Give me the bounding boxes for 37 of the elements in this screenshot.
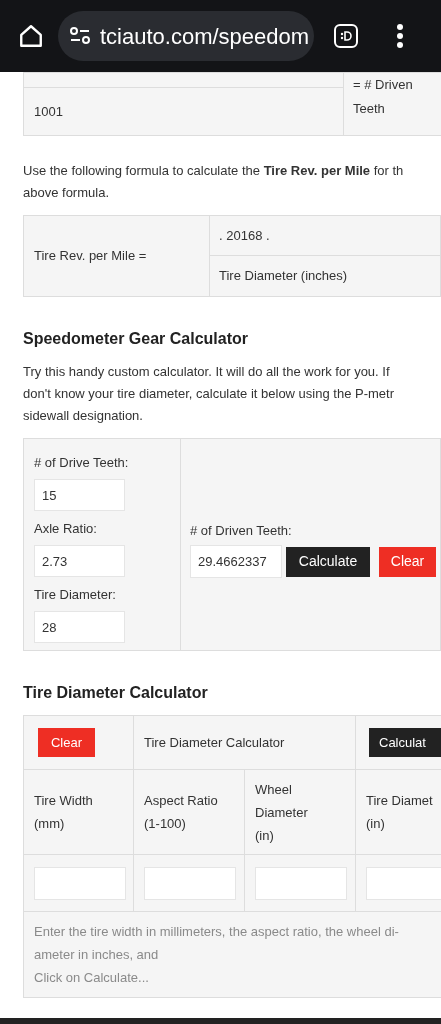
- hint-text: Enter the tire width in millimeters, the aspect ratio, the wheel di- ameter in inches, and Click on Calculate...: [34, 923, 399, 987]
- calculate-button[interactable]: Calculate: [286, 546, 370, 577]
- table-cell: Tire Rev. per Mile =: [23, 215, 210, 297]
- column-header: Wheel Diameter (in): [255, 780, 308, 845]
- input-field[interactable]: [366, 866, 441, 900]
- clear-button[interactable]: Clear: [379, 546, 436, 577]
- section-heading: Tire Diameter Calculator: [23, 683, 209, 703]
- paragraph: Use the following formula to calculate the Tire Rev. per Mile for th above formula.: [23, 162, 405, 202]
- paragraph: Try this handy custom calculator. It will do all the work for you. If don't know your tire diameter, calculate it below using the P-metr sidewall designation.: [23, 363, 395, 425]
- home-icon[interactable]: [18, 23, 44, 49]
- address-bar[interactable]: tciauto.com/speedom: [58, 11, 314, 61]
- formula-text: = # Driven Teeth: [353, 76, 414, 118]
- field-label: # of Driven Teeth:: [190, 522, 293, 540]
- section-heading: Speedometer Gear Calculator: [23, 329, 249, 349]
- clear-button[interactable]: Clear: [38, 728, 95, 757]
- calculate-button[interactable]: Calculat: [369, 728, 441, 757]
- url-text: tciauto.com/speedom: [100, 22, 310, 51]
- field-label: Axle Ratio:: [34, 520, 98, 538]
- site-settings-icon[interactable]: [68, 26, 92, 46]
- column-header: Tire Diamet (in): [366, 792, 433, 833]
- input-field[interactable]: 2.73: [34, 545, 125, 577]
- result-field[interactable]: 29.4662337: [190, 545, 282, 578]
- menu-icon[interactable]: [396, 23, 404, 49]
- column-header: Aspect Ratio (1-100): [144, 792, 218, 833]
- table-cell-text: Tire Diameter (inches): [218, 267, 349, 286]
- tab-switcher-icon[interactable]: [334, 24, 358, 48]
- column-header: Tire Width (mm): [34, 792, 93, 833]
- input-field[interactable]: 15: [34, 479, 125, 511]
- input-field[interactable]: [34, 866, 126, 900]
- table-cell: Tire Diameter Calculator: [134, 715, 356, 770]
- input-field[interactable]: [144, 866, 236, 900]
- table-cell: 1001: [23, 88, 344, 136]
- table-cell: . 20168 .: [210, 216, 440, 256]
- field-label: # of Drive Teeth:: [34, 454, 130, 472]
- input-field[interactable]: 28: [34, 611, 125, 643]
- field-label: Tire Diameter:: [34, 586, 117, 604]
- input-field[interactable]: [255, 866, 347, 900]
